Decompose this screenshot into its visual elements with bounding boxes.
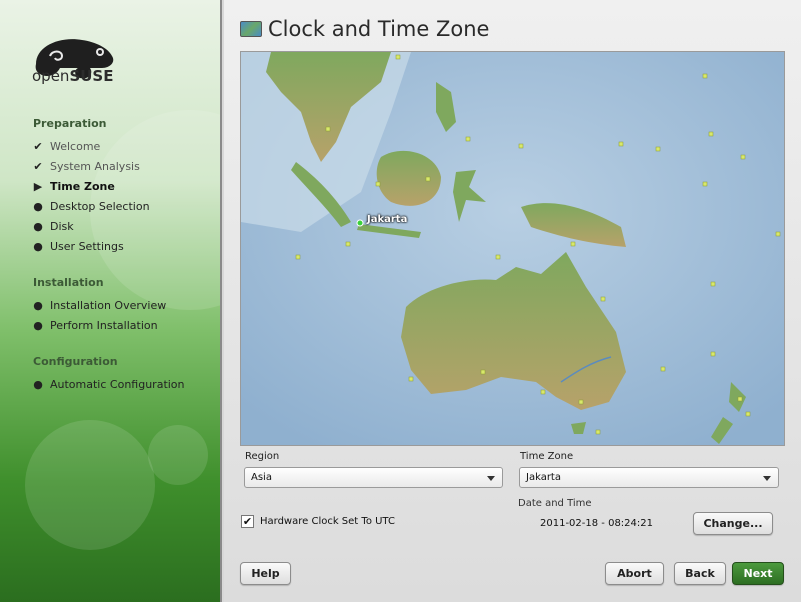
abort-button[interactable]: Abort <box>605 562 664 585</box>
decor-bubble <box>148 425 208 485</box>
region-label: Region <box>245 451 280 462</box>
decor-bubble <box>25 420 155 550</box>
next-button[interactable]: Next <box>732 562 784 585</box>
current-arrow-icon: ▶ <box>33 180 43 193</box>
installer-sidebar: openSUSE Preparation ✔ Welcome ✔ System … <box>0 0 222 602</box>
bullet-icon: ● <box>33 378 43 391</box>
chevron-down-icon <box>763 476 771 481</box>
region-combobox[interactable]: Asia <box>244 467 503 488</box>
bullet-icon: ● <box>33 299 43 312</box>
step-perform-installation: ● Perform Installation <box>30 319 157 332</box>
checkmark-icon: ✔ <box>33 160 43 173</box>
hardware-clock-label[interactable]: Hardware Clock Set To UTC <box>260 516 395 527</box>
checkmark-icon: ✔ <box>33 140 43 153</box>
bullet-icon: ● <box>33 200 43 213</box>
timezone-value: Jakarta <box>526 472 561 483</box>
step-desktop-selection: ● Desktop Selection <box>30 200 149 213</box>
help-button[interactable]: Help <box>240 562 291 585</box>
timezone-label: Time Zone <box>520 451 574 462</box>
map-graphic[interactable] <box>241 52 785 446</box>
world-map-icon <box>240 21 262 37</box>
step-user-settings: ● User Settings <box>30 240 124 253</box>
region-value: Asia <box>251 472 272 483</box>
bullet-icon: ● <box>33 220 43 233</box>
section-title-installation: Installation <box>33 276 104 289</box>
date-time-value: 2011-02-18 - 08:24:21 <box>540 518 653 529</box>
step-time-zone: ▶ Time Zone <box>30 180 115 193</box>
step-welcome: ✔ Welcome <box>30 140 100 153</box>
hardware-clock-option[interactable]: ✔ Hardware Clock Set To UTC <box>241 515 395 528</box>
section-title-configuration: Configuration <box>33 355 118 368</box>
chevron-down-icon <box>487 476 495 481</box>
hardware-clock-checkbox[interactable]: ✔ <box>241 515 254 528</box>
date-time-label: Date and Time <box>518 498 592 509</box>
back-button[interactable]: Back <box>674 562 726 585</box>
selected-city-marker[interactable] <box>356 219 364 227</box>
page-header: Clock and Time Zone <box>240 17 489 41</box>
timezone-combobox[interactable]: Jakarta <box>519 467 779 488</box>
bullet-icon: ● <box>33 319 43 332</box>
opensuse-wordmark: openSUSE <box>32 67 114 85</box>
step-automatic-configuration: ● Automatic Configuration <box>30 378 184 391</box>
timezone-map[interactable] <box>240 51 785 446</box>
step-installation-overview: ● Installation Overview <box>30 299 166 312</box>
change-datetime-button[interactable]: Change... <box>693 512 773 535</box>
step-system-analysis: ✔ System Analysis <box>30 160 139 173</box>
section-title-preparation: Preparation <box>33 117 107 130</box>
selected-city-label: Jakarta <box>367 214 408 225</box>
page-title: Clock and Time Zone <box>268 17 490 41</box>
step-disk: ● Disk <box>30 220 73 233</box>
bullet-icon: ● <box>33 240 43 253</box>
